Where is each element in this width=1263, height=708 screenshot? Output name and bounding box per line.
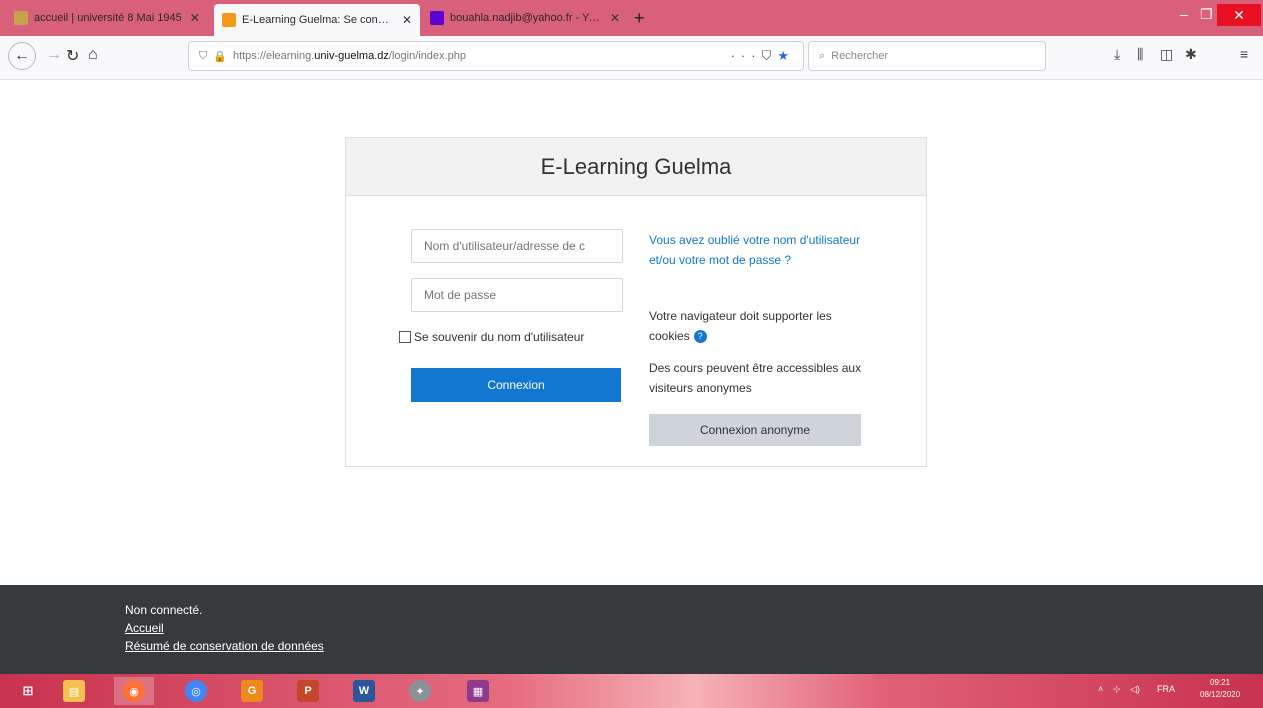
reload-icon[interactable]: ↻ xyxy=(66,46,79,66)
close-tab-icon[interactable]: ✕ xyxy=(190,11,200,25)
cookies-notice: Votre navigateur doit supporter les cook… xyxy=(649,306,869,346)
menu-icon[interactable]: ≡ xyxy=(1240,46,1248,62)
tab-favicon-icon xyxy=(14,11,28,25)
remember-checkbox[interactable] xyxy=(399,331,411,343)
system-clock[interactable]: 09:21 08/12/2020 xyxy=(1200,677,1240,701)
bookmark-star-icon[interactable]: ★ xyxy=(777,48,795,63)
login-card: E-Learning Guelma Se souvenir du nom d'u… xyxy=(345,137,927,467)
taskbar-file-explorer[interactable]: ▤ xyxy=(54,677,94,705)
tray-arrow-icon[interactable]: ˄ xyxy=(1098,684,1103,694)
guest-access-text: Des cours peuvent être accessibles aux v… xyxy=(649,361,862,395)
clock-date: 08/12/2020 xyxy=(1200,690,1241,699)
close-window-button[interactable]: ✕ xyxy=(1217,4,1261,26)
tab-yahoo-mail[interactable]: bouahla.nadjib@yahoo.fr - Yahoo ✕ xyxy=(422,4,628,32)
minimize-button[interactable]: – xyxy=(1180,6,1188,22)
taskbar-chrome[interactable]: ◎ xyxy=(176,677,216,705)
start-button[interactable]: ⊞ xyxy=(8,677,48,705)
data-retention-link[interactable]: Résumé de conservation de données xyxy=(125,637,1263,655)
url-bar[interactable]: ⛉ 🔒 https://elearning. univ-guelma.dz/log… xyxy=(188,41,804,71)
login-status: Non connecté. xyxy=(125,603,203,617)
network-icon[interactable]: ⊹ xyxy=(1113,684,1121,695)
chrome-icon: ◎ xyxy=(185,680,207,702)
folder-icon: ▤ xyxy=(63,680,85,702)
page-actions-icon[interactable]: ··· xyxy=(731,48,762,63)
powerpoint-icon: P xyxy=(297,680,319,702)
taskbar-app-orange[interactable]: G xyxy=(232,677,272,705)
app-icon: ✦ xyxy=(409,680,431,702)
language-indicator[interactable]: FRA xyxy=(1157,684,1175,694)
home-icon[interactable]: ⌂ xyxy=(88,46,98,64)
tab-title: accueil | université 8 Mai 1945 xyxy=(34,12,182,24)
url-host: univ-guelma.dz xyxy=(314,50,389,62)
login-button[interactable]: Connexion xyxy=(411,368,621,402)
tab-elearning[interactable]: E-Learning Guelma: Se connecter ✕ xyxy=(214,4,420,36)
site-title: E-Learning Guelma xyxy=(346,138,926,196)
back-arrow-icon[interactable]: ← xyxy=(8,42,36,70)
username-input[interactable] xyxy=(411,229,623,263)
clock-time: 09:21 xyxy=(1210,678,1231,687)
download-icon[interactable]: ⤓ xyxy=(1114,46,1120,63)
shield-icon[interactable]: ⛉ xyxy=(199,50,207,63)
word-icon: W xyxy=(353,680,375,702)
browser-tab-strip: accueil | université 8 Mai 1945 ✕ E-Lear… xyxy=(0,0,1263,36)
windows-logo-icon: ⊞ xyxy=(22,683,34,698)
search-placeholder: Rechercher xyxy=(831,50,889,62)
volume-icon[interactable]: ◁) xyxy=(1130,684,1140,695)
taskbar-winrar[interactable]: ▦ xyxy=(458,677,498,705)
url-path: /login/index.php xyxy=(388,50,466,62)
page-footer: Non connecté. Accueil Résumé de conserva… xyxy=(0,585,1263,674)
tab-title: E-Learning Guelma: Se connecter xyxy=(242,14,394,26)
archive-icon: ▦ xyxy=(467,680,489,702)
taskbar-word[interactable]: W xyxy=(344,677,384,705)
lock-icon[interactable]: 🔒 xyxy=(213,50,227,63)
tab-accueil[interactable]: accueil | université 8 Mai 1945 ✕ xyxy=(6,4,214,32)
firefox-icon: ◉ xyxy=(123,680,145,702)
windows-taskbar: ⊞ ▤ ◉ ◎ G P W ✦ ▦ ˄ ⊹ ◁) FRA xyxy=(0,674,1263,708)
search-bar[interactable]: ⌕ Rechercher xyxy=(808,41,1046,71)
taskbar-firefox[interactable]: ◉ xyxy=(114,677,154,705)
forgot-password-link[interactable]: Vous avez oublié votre nom d'utilisateur… xyxy=(649,230,869,270)
browser-toolbar: ← → ↻ ⌂ ⛉ 🔒 https://elearning. univ-guelm… xyxy=(0,36,1263,80)
taskbar-app-gray[interactable]: ✦ xyxy=(400,677,440,705)
sidebar-icon[interactable]: ◫ xyxy=(1160,46,1173,63)
search-icon: ⌕ xyxy=(819,49,826,62)
password-input[interactable] xyxy=(411,278,623,312)
new-tab-button[interactable]: + xyxy=(634,8,645,29)
app-icon: G xyxy=(241,680,263,702)
remember-label: Se souvenir du nom d'utilisateur xyxy=(414,330,585,344)
tab-title: bouahla.nadjib@yahoo.fr - Yahoo xyxy=(450,12,602,24)
guest-login-button[interactable]: Connexion anonyme xyxy=(649,414,861,446)
help-icon[interactable]: ? xyxy=(693,330,707,344)
home-link[interactable]: Accueil xyxy=(125,619,1263,637)
taskbar-powerpoint[interactable]: P xyxy=(288,677,328,705)
yahoo-mail-favicon-icon xyxy=(430,11,444,25)
cookies-text: Votre navigateur doit supporter les cook… xyxy=(649,309,832,343)
moodle-favicon-icon xyxy=(222,13,236,27)
forward-arrow-icon[interactable]: → xyxy=(46,46,62,64)
url-prefix: https://elearning. xyxy=(232,50,315,62)
extension-icon[interactable]: ✱ xyxy=(1185,46,1197,63)
remember-username[interactable]: Se souvenir du nom d'utilisateur xyxy=(399,330,584,344)
pocket-icon[interactable]: ⛉ xyxy=(762,48,778,63)
library-icon[interactable]: ⫼ xyxy=(1137,46,1143,63)
close-tab-icon[interactable]: ✕ xyxy=(610,11,620,25)
maximize-button[interactable]: ❐ xyxy=(1200,6,1213,23)
close-tab-icon[interactable]: ✕ xyxy=(402,13,412,27)
